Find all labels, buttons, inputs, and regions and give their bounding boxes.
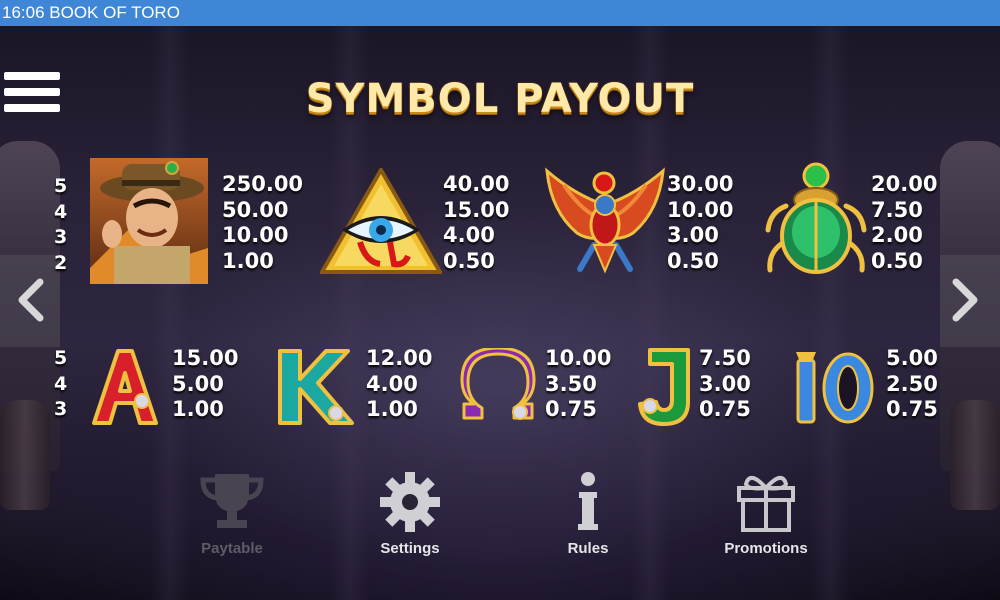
winged-falcon-symbol	[545, 167, 665, 274]
payout-value: 5.00	[172, 371, 224, 396]
count-label: 3	[54, 226, 68, 248]
count-label: 5	[54, 347, 68, 369]
status-bar-text: 16:06 BOOK OF TORO	[2, 3, 180, 22]
omega-q-symbol	[460, 348, 536, 420]
nav-promotions[interactable]: Promotions	[686, 470, 846, 557]
count-label: 3	[54, 398, 68, 420]
explorer-payouts: 250.00 50.00 10.00 1.00	[222, 172, 303, 274]
eye-pyramid-payouts: 40.00 15.00 4.00 0.50	[443, 172, 509, 274]
payout-value: 10.00	[222, 223, 289, 247]
payout-value: 20.00	[871, 172, 938, 196]
payout-value: 7.50	[699, 346, 751, 370]
omega-payouts: 10.00 3.50 0.75	[545, 346, 611, 423]
payout-value: 2.50	[886, 371, 938, 396]
payout-value: 12.00	[366, 346, 433, 370]
hamburger-menu-icon	[4, 88, 60, 96]
payout-value: 2.00	[871, 223, 923, 247]
nav-paytable-label: Paytable	[201, 540, 263, 557]
low-symbol-counts: 5 4 3	[54, 346, 67, 423]
nav-rules[interactable]: Rules	[508, 470, 668, 557]
payout-value: 0.50	[871, 248, 923, 273]
letter-a-payouts: 15.00 5.00 1.00	[172, 346, 238, 423]
payout-value: 3.00	[667, 223, 719, 247]
payout-value: 0.75	[886, 397, 938, 421]
info-icon	[578, 472, 598, 530]
count-label: 4	[54, 372, 68, 395]
payout-value: 10.00	[667, 197, 734, 222]
gift-icon	[737, 476, 795, 532]
letter-j-symbol	[638, 348, 690, 426]
count-label: 5	[54, 175, 68, 197]
letter-k-symbol	[278, 349, 354, 425]
eye-of-horus-pyramid-symbol	[320, 168, 442, 274]
payout-value: 0.75	[545, 397, 597, 421]
chevron-left-icon	[18, 278, 44, 322]
payout-value: 5.00	[886, 346, 938, 370]
number-ten-payouts: 5.00 2.50 0.75	[886, 346, 938, 423]
payout-value: 15.00	[443, 197, 510, 222]
payout-value: 1.00	[366, 397, 418, 421]
payout-value: 4.00	[443, 223, 495, 247]
status-bar: 16:06 BOOK OF TORO	[0, 0, 1000, 26]
letter-k-payouts: 12.00 4.00 1.00	[366, 346, 432, 423]
letter-j-payouts: 7.50 3.00 0.75	[699, 346, 751, 423]
scarab-payouts: 20.00 7.50 2.00 0.50	[871, 172, 937, 274]
page-title: SYMBOL PAYOUT	[305, 76, 695, 122]
hamburger-menu-icon	[4, 104, 60, 112]
nav-settings-label: Settings	[380, 540, 440, 557]
trophy-icon	[200, 474, 264, 528]
payout-value: 0.75	[699, 397, 751, 421]
nav-paytable[interactable]: Paytable	[152, 470, 312, 557]
payout-value: 15.00	[172, 346, 239, 370]
vase-decoration	[0, 400, 50, 510]
payout-value: 0.50	[443, 248, 495, 273]
payout-value: 1.00	[172, 397, 224, 421]
payout-value: 1.00	[222, 248, 274, 273]
letter-a-symbol	[92, 349, 158, 425]
payout-value: 3.50	[545, 371, 597, 396]
previous-page-button[interactable]	[14, 276, 50, 324]
count-label: 2	[54, 251, 68, 274]
vase-decoration	[950, 400, 1000, 510]
number-ten-symbol	[796, 352, 874, 424]
payout-value: 30.00	[667, 172, 734, 196]
payout-value: 3.00	[699, 371, 751, 396]
gear-icon	[380, 472, 440, 532]
payout-value: 0.50	[667, 248, 719, 273]
next-page-button[interactable]	[946, 276, 982, 324]
explorer-symbol	[90, 158, 208, 284]
payout-value: 10.00	[545, 346, 612, 370]
count-label: 4	[54, 200, 68, 223]
high-symbol-counts: 5 4 3 2	[54, 174, 67, 276]
green-scarab-symbol	[765, 162, 867, 274]
payout-value: 250.00	[222, 172, 304, 196]
nav-rules-label: Rules	[567, 540, 609, 557]
nav-promotions-label: Promotions	[724, 540, 808, 557]
payout-value: 50.00	[222, 197, 289, 222]
hamburger-menu-icon	[4, 72, 60, 80]
payout-value: 40.00	[443, 172, 510, 196]
nav-settings[interactable]: Settings	[330, 470, 490, 557]
payout-value: 4.00	[366, 371, 418, 396]
payout-value: 7.50	[871, 197, 923, 222]
falcon-payouts: 30.00 10.00 3.00 0.50	[667, 172, 733, 274]
chevron-right-icon	[952, 278, 978, 322]
menu-button[interactable]	[4, 72, 60, 120]
